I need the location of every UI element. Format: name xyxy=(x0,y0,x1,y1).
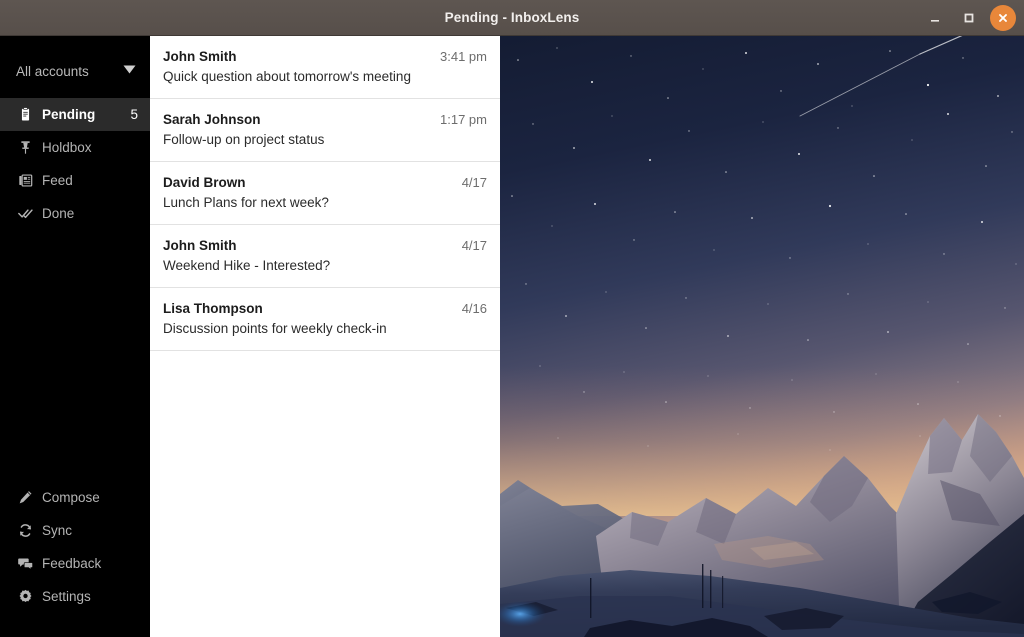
message-header: Sarah Johnson 1:17 pm xyxy=(163,112,487,127)
action-label: Sync xyxy=(42,523,73,538)
pencil-icon xyxy=(18,490,33,505)
message-header: John Smith 4/17 xyxy=(163,238,487,253)
message-date: 4/17 xyxy=(461,175,487,190)
close-button[interactable] xyxy=(990,5,1016,31)
message-date: 4/17 xyxy=(461,238,487,253)
sidebar-item-feed[interactable]: Feed xyxy=(0,164,150,197)
table-row[interactable]: John Smith 4/17 Weekend Hike - Intereste… xyxy=(150,225,500,288)
account-switcher[interactable]: All accounts xyxy=(0,50,150,92)
message-subject: Weekend Hike - Interested? xyxy=(163,258,331,273)
message-sender: David Brown xyxy=(163,175,246,190)
reading-pane-wallpaper xyxy=(500,36,1024,637)
sidebar-item-holdbox[interactable]: Holdbox xyxy=(0,131,150,164)
message-subject: Discussion points for weekly check-in xyxy=(163,321,387,336)
sidebar-item-pending[interactable]: Pending 5 xyxy=(0,98,150,131)
message-date: 4/16 xyxy=(461,301,487,316)
title-bar: Pending - InboxLens xyxy=(0,0,1024,36)
sidebar-actions: Compose Sync Feedback Settings xyxy=(0,481,150,637)
action-label: Settings xyxy=(42,589,91,604)
sidebar-item-label: Feed xyxy=(42,173,73,188)
sync-button[interactable]: Sync xyxy=(0,514,150,547)
window-controls xyxy=(922,0,1016,36)
message-sender: Sarah Johnson xyxy=(163,112,261,127)
message-list[interactable]: John Smith 3:41 pm Quick question about … xyxy=(150,36,500,637)
action-label: Compose xyxy=(42,490,100,505)
message-header: Lisa Thompson 4/16 xyxy=(163,301,487,316)
minimize-button[interactable] xyxy=(922,5,948,31)
message-header: David Brown 4/17 xyxy=(163,175,487,190)
feedback-button[interactable]: Feedback xyxy=(0,547,150,580)
table-row[interactable]: John Smith 3:41 pm Quick question about … xyxy=(150,36,500,99)
table-row[interactable]: Sarah Johnson 1:17 pm Follow-up on proje… xyxy=(150,99,500,162)
message-header: John Smith 3:41 pm xyxy=(163,49,487,64)
message-date: 3:41 pm xyxy=(440,49,487,64)
sidebar-item-done[interactable]: Done xyxy=(0,197,150,230)
message-date: 1:17 pm xyxy=(440,112,487,127)
clipboard-icon xyxy=(18,107,33,122)
application-window: Pending - InboxLens All accounts Pending… xyxy=(0,0,1024,637)
sidebar-item-label: Pending xyxy=(42,107,96,122)
sidebar-item-count: 5 xyxy=(130,107,138,122)
message-subject: Lunch Plans for next week? xyxy=(163,195,329,210)
sidebar-item-label: Holdbox xyxy=(42,140,92,155)
table-row[interactable]: Lisa Thompson 4/16 Discussion points for… xyxy=(150,288,500,351)
window-title: Pending - InboxLens xyxy=(444,10,580,25)
gear-icon xyxy=(18,589,33,604)
message-subject: Quick question about tomorrow's meeting xyxy=(163,69,411,84)
feed-icon xyxy=(18,173,33,188)
double-check-icon xyxy=(18,206,33,221)
maximize-button[interactable] xyxy=(956,5,982,31)
folder-nav: Pending 5 Holdbox Feed Done xyxy=(0,98,150,230)
chevron-down-icon xyxy=(123,65,136,77)
pin-icon xyxy=(18,140,33,155)
settings-button[interactable]: Settings xyxy=(0,580,150,613)
sidebar-item-label: Done xyxy=(42,206,75,221)
compose-button[interactable]: Compose xyxy=(0,481,150,514)
message-sender: John Smith xyxy=(163,49,237,64)
table-row[interactable]: David Brown 4/17 Lunch Plans for next we… xyxy=(150,162,500,225)
chat-bubbles-icon xyxy=(18,556,33,571)
sync-icon xyxy=(18,523,33,538)
message-sender: John Smith xyxy=(163,238,237,253)
sidebar: All accounts Pending 5 Holdbox Feed Done… xyxy=(0,36,150,637)
message-subject: Follow-up on project status xyxy=(163,132,325,147)
message-sender: Lisa Thompson xyxy=(163,301,263,316)
account-switcher-label: All accounts xyxy=(16,63,89,79)
action-label: Feedback xyxy=(42,556,102,571)
